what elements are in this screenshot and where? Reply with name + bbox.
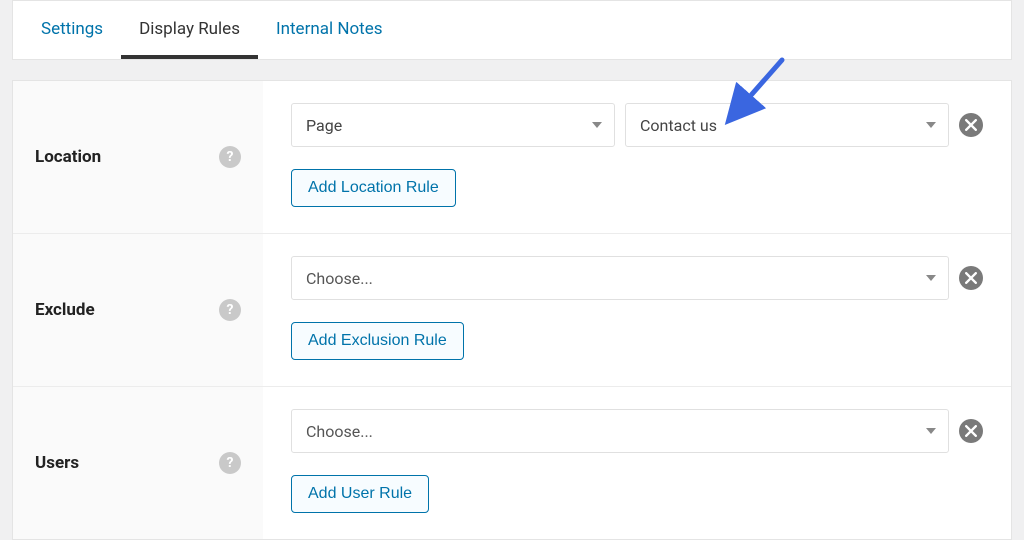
users-placeholder: Choose... xyxy=(306,422,373,441)
help-icon[interactable]: ? xyxy=(219,146,241,168)
row-label-exclude: Exclude ? xyxy=(13,234,263,386)
remove-location-rule-button[interactable] xyxy=(959,113,983,137)
close-icon xyxy=(965,119,977,131)
remove-exclude-rule-button[interactable] xyxy=(959,266,983,290)
display-rules-panel: Location ? Page Contact us xyxy=(12,80,1012,540)
help-icon[interactable]: ? xyxy=(219,299,241,321)
label-users: Users xyxy=(35,453,79,473)
chevron-down-icon xyxy=(926,428,936,434)
add-exclusion-rule-button[interactable]: Add Exclusion Rule xyxy=(291,322,464,360)
tab-internal-notes[interactable]: Internal Notes xyxy=(258,1,401,59)
row-label-users: Users ? xyxy=(13,387,263,539)
help-icon[interactable]: ? xyxy=(219,452,241,474)
close-icon xyxy=(965,425,977,437)
users-select[interactable]: Choose... xyxy=(291,409,949,453)
chevron-down-icon xyxy=(592,122,602,128)
location-value: Contact us xyxy=(640,116,717,135)
row-users: Users ? Choose... Add User Rule xyxy=(13,387,1011,539)
add-location-rule-button[interactable]: Add Location Rule xyxy=(291,169,456,207)
chevron-down-icon xyxy=(926,122,936,128)
location-type-value: Page xyxy=(306,116,342,135)
label-location: Location xyxy=(35,147,101,167)
chevron-down-icon xyxy=(926,275,936,281)
close-icon xyxy=(965,272,977,284)
row-location: Location ? Page Contact us xyxy=(13,81,1011,234)
tabs-bar: Settings Display Rules Internal Notes xyxy=(12,0,1012,60)
remove-user-rule-button[interactable] xyxy=(959,419,983,443)
tab-settings[interactable]: Settings xyxy=(23,1,121,59)
tab-display-rules[interactable]: Display Rules xyxy=(121,1,258,59)
label-exclude: Exclude xyxy=(35,300,95,320)
row-label-location: Location ? xyxy=(13,81,263,233)
exclude-placeholder: Choose... xyxy=(306,269,373,288)
row-exclude: Exclude ? Choose... Add Exclusion Rule xyxy=(13,234,1011,387)
location-type-select[interactable]: Page xyxy=(291,103,615,147)
exclude-select[interactable]: Choose... xyxy=(291,256,949,300)
location-value-select[interactable]: Contact us xyxy=(625,103,949,147)
add-user-rule-button[interactable]: Add User Rule xyxy=(291,475,429,513)
